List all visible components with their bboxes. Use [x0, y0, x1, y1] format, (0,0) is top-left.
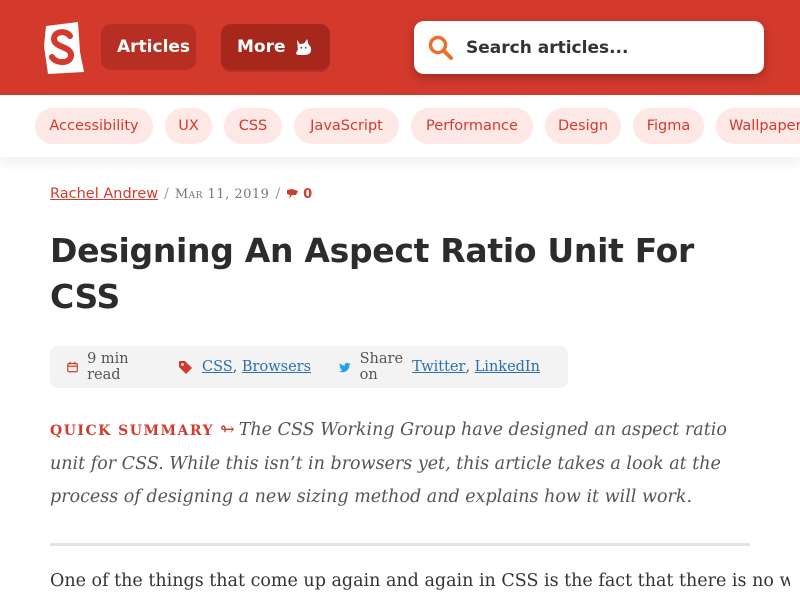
twitter-icon	[339, 362, 351, 372]
nav-more-label: More	[237, 37, 286, 57]
tag-icon	[178, 360, 192, 374]
tag-label: Wallpapers	[729, 118, 800, 134]
tag-bar: Accessibility UX CSS JavaScript Performa…	[0, 95, 800, 157]
share-separator: ,	[465, 359, 475, 375]
smashing-logo-icon[interactable]	[40, 22, 84, 74]
read-time: 9 min read	[67, 351, 150, 383]
article-body-first-line: One of the things that come up again and…	[50, 571, 790, 591]
tag-label: CSS	[238, 118, 268, 134]
nav-more-button[interactable]: More	[221, 24, 330, 70]
share: Share on Twitter, LinkedIn	[339, 351, 540, 383]
author-link[interactable]: Rachel Andrew	[50, 186, 158, 202]
share-label: Share on	[359, 351, 404, 383]
page-title: Designing An Aspect Ratio Unit For CSS	[50, 231, 695, 316]
tag-design[interactable]: Design	[545, 108, 621, 144]
read-time-label: 9 min read	[87, 351, 129, 383]
tag-javascript[interactable]: JavaScript	[294, 108, 399, 144]
tag-label: Accessibility	[49, 118, 139, 134]
search-box[interactable]	[414, 21, 764, 74]
tag-accessibility[interactable]: Accessibility	[35, 108, 153, 144]
site-header: Articles More	[0, 0, 800, 95]
share-linkedin-link[interactable]: LinkedIn	[475, 359, 540, 375]
tag-performance[interactable]: Performance	[411, 108, 533, 144]
topics: CSS, Browsers	[178, 359, 311, 375]
nav-articles-label: Articles	[117, 37, 191, 57]
topic-separator: ,	[232, 359, 242, 375]
tag-css[interactable]: CSS	[224, 108, 282, 144]
article-meta: Rachel Andrew / Mar 11, 2019 / 0	[50, 186, 312, 202]
meta-separator: /	[275, 186, 281, 202]
topic-link-browsers[interactable]: Browsers	[242, 359, 311, 375]
quick-summary: Quick summary ↬ The CSS Working Group have…	[50, 414, 750, 514]
comment-icon	[287, 189, 299, 199]
tag-label: Design	[557, 118, 609, 134]
divider	[50, 543, 750, 546]
meta-separator: /	[164, 186, 169, 202]
tag-label: Figma	[646, 118, 691, 134]
cat-icon	[295, 38, 311, 56]
quick-summary-label-text: Quick summary	[50, 423, 215, 439]
tag-label: Performance	[426, 118, 518, 134]
quick-summary-label: Quick summary	[50, 423, 214, 439]
comments-link[interactable]: 0	[286, 187, 312, 202]
article-info-box: 9 min read CSS, Browsers Share on Twitte…	[50, 346, 568, 388]
squiggle-arrow-icon: ↬	[220, 420, 235, 440]
search-input[interactable]	[466, 37, 746, 58]
comments-count: 0	[303, 186, 313, 202]
tag-figma[interactable]: Figma	[633, 108, 704, 144]
publish-date: Mar 11, 2019	[174, 186, 270, 202]
tag-ux[interactable]: UX	[165, 108, 212, 144]
tag-label: UX	[178, 118, 199, 134]
topic-link-css[interactable]: CSS	[202, 359, 233, 375]
tag-wallpapers[interactable]: Wallpapers	[716, 108, 800, 144]
tag-label: JavaScript	[310, 118, 383, 134]
nav-articles-button[interactable]: Articles	[101, 24, 196, 70]
search-icon	[428, 35, 453, 60]
calendar-icon	[67, 361, 78, 373]
share-twitter-link[interactable]: Twitter	[412, 359, 465, 375]
